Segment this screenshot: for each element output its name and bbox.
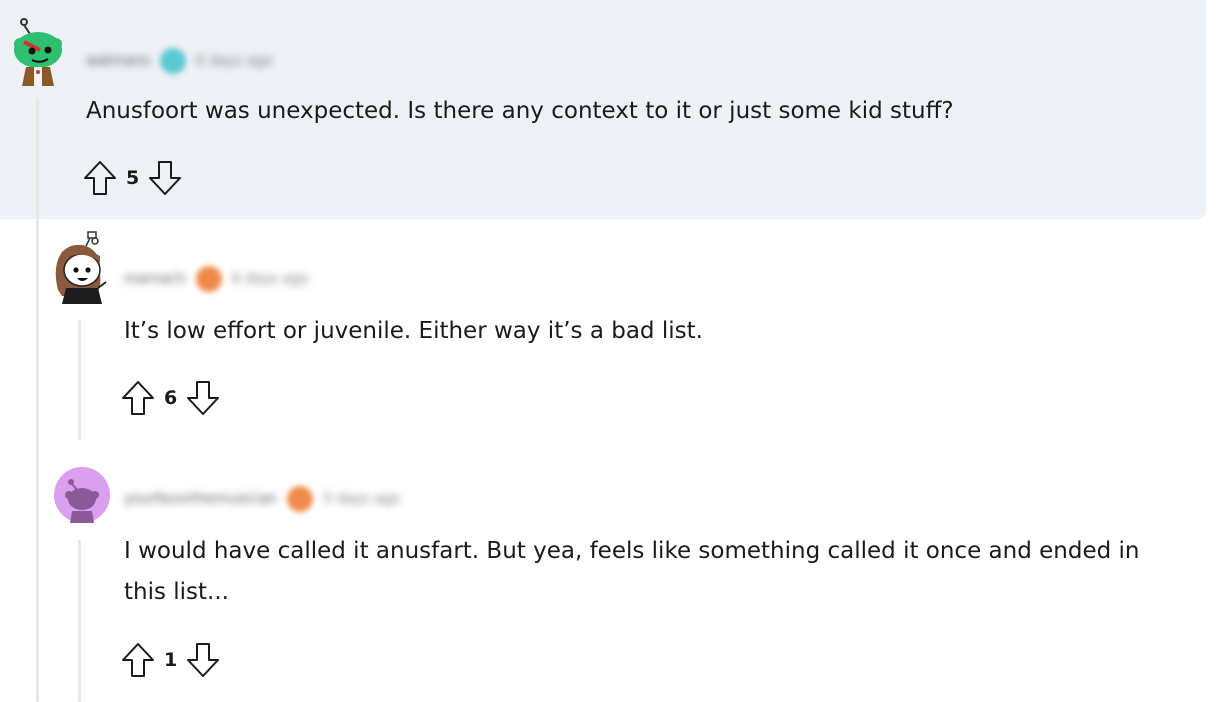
upvote-button[interactable]	[120, 640, 156, 680]
arrow-up-icon	[122, 381, 154, 415]
downvote-button[interactable]	[185, 640, 221, 680]
timestamp[interactable]: 5 days ago	[323, 489, 400, 509]
vote-bar: 5	[82, 158, 183, 198]
comment-body: Anusfoort was unexpected. Is there any c…	[86, 98, 954, 124]
user-flair-icon	[195, 266, 222, 292]
arrow-up-icon	[122, 643, 154, 677]
vote-bar: 6	[120, 378, 221, 418]
arrow-down-icon	[149, 161, 182, 195]
comment-thread: watmans 6 days ago Anusfoort was unexpec…	[0, 0, 1220, 702]
vote-score: 6	[164, 387, 178, 409]
arrow-down-icon	[187, 643, 220, 677]
comment-meta: watmans 6 days ago	[86, 48, 273, 74]
comment-meta: yourfavorthemusician 5 days ago	[124, 486, 400, 512]
arrow-up-icon	[84, 161, 116, 195]
snoo-girl-avatar-icon	[55, 231, 107, 304]
upvote-button[interactable]	[120, 378, 156, 418]
vote-bar: 1	[120, 640, 221, 680]
downvote-button[interactable]	[147, 158, 183, 198]
user-flair-icon	[287, 486, 314, 512]
timestamp[interactable]: 6 days ago	[232, 269, 309, 289]
thread-line-2[interactable]	[78, 320, 81, 440]
vote-score: 1	[164, 649, 178, 671]
avatar[interactable]	[54, 467, 110, 523]
comment-body: It’s low effort or juvenile. Either way …	[124, 318, 703, 344]
timestamp[interactable]: 6 days ago	[196, 51, 273, 71]
default-snoo-avatar-icon	[54, 467, 110, 523]
downvote-button[interactable]	[185, 378, 221, 418]
thread-line-3[interactable]	[78, 540, 81, 702]
snoo-green-avatar-icon	[14, 18, 62, 86]
arrow-down-icon	[187, 381, 220, 415]
username[interactable]: watmans	[86, 51, 150, 71]
thread-line-1[interactable]	[36, 98, 39, 702]
avatar[interactable]	[50, 230, 110, 306]
avatar[interactable]	[10, 12, 66, 88]
vote-score: 5	[126, 167, 140, 189]
comment-body: I would have called it anusfart. But yea…	[124, 538, 1140, 605]
username[interactable]: yourfavorthemusician	[124, 489, 277, 509]
username[interactable]: marnach	[124, 269, 186, 289]
comment-meta: marnach 6 days ago	[124, 266, 309, 292]
upvote-button[interactable]	[82, 158, 118, 198]
user-flair-icon	[159, 48, 186, 74]
